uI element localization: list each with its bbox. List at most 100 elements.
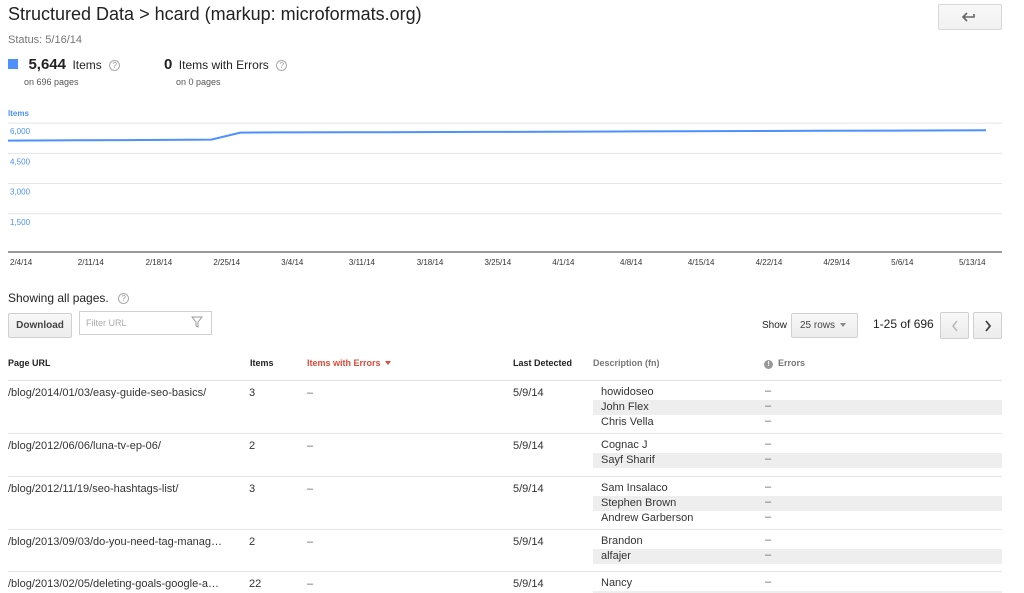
item-subrow: howidoseo – [593,385,1002,400]
item-description: Chris Vella [601,416,654,428]
filter-url-input[interactable] [80,312,185,334]
item-description: Sam Insalaco [601,482,668,494]
x-tick-label: 3/25/14 [484,258,511,267]
row-items-with-errors: – [307,578,314,590]
row-items-with-errors: – [307,483,314,495]
item-errors: – [765,400,772,412]
table-row[interactable]: /blog/2013/02/05/deleting-goals-google-a… [8,572,1002,593]
item-description: howidoseo [601,386,654,398]
y-tick-label: 6,000 [10,127,31,136]
help-icon[interactable]: ? [109,60,121,71]
chevron-right-icon [984,319,991,332]
item-description: Sayf Sharif [601,454,655,466]
chevron-down-icon [840,323,847,327]
row-items-list: Cognac J – Sayf Sharif – [593,438,1002,468]
table-row[interactable]: /blog/2013/09/03/do-you-need-tag-manag… 2… [8,530,1002,572]
items-sub: on 696 pages [24,77,79,87]
col-header-errors-text: Errors [778,358,806,368]
filter-icon[interactable] [191,316,203,328]
x-tick-label: 2/18/14 [146,258,173,267]
x-tick-label: 4/8/14 [620,258,643,267]
item-description: John Flex [601,401,649,413]
prev-page-button[interactable] [940,312,969,339]
item-subrow: Chris Vella – [593,415,1002,430]
next-page-button[interactable] [973,312,1002,339]
row-items-with-errors: – [307,440,314,452]
help-icon[interactable]: ? [118,293,130,304]
row-items-with-errors: – [307,387,314,399]
page-title: Structured Data > hcard (markup: microfo… [8,4,422,24]
item-errors: – [765,438,772,450]
x-tick-label: 2/4/14 [10,258,33,267]
item-errors: – [765,549,772,561]
item-errors: – [765,511,772,523]
row-last-detected: 5/9/14 [513,387,544,399]
showing-label: Showing all pages. [8,291,109,305]
x-tick-label: 4/1/14 [552,258,575,267]
back-button[interactable] [938,4,1002,30]
sort-desc-icon [384,361,391,365]
table-row[interactable]: /blog/2012/11/19/seo-hashtags-list/3 – 5/9… [8,477,1002,530]
row-items-list: howidoseo – John Flex – Chris Vella – [593,385,1002,430]
rows-per-page-select[interactable]: 25 rows [791,313,858,338]
errors-count: 0 [164,56,173,73]
row-last-detected: 5/9/14 [513,578,544,590]
row-last-detected: 5/9/14 [513,536,544,548]
item-subrow: Nancy – [593,576,1002,591]
errors-label: Items with Errors [178,58,269,72]
x-tick-label: 4/22/14 [756,258,783,267]
row-items: 2 [249,440,256,452]
table-row[interactable]: /blog/2012/06/06/luna-tv-ep-06/2 – 5/9/14 C… [8,434,1002,477]
item-subrow: alfajer – [593,549,1002,564]
y-tick-label: 3,000 [10,188,31,197]
row-items: 2 [249,536,256,548]
errors-metric: 0 Items with Errors ? on 0 pages [164,56,288,87]
filter-url [79,311,212,335]
item-errors: – [765,576,772,588]
download-button[interactable]: Download [8,313,72,338]
row-items: 22 [249,578,262,590]
item-subrow: Brandon – [593,534,1002,549]
row-page-url[interactable]: /blog/2012/06/06/luna-tv-ep-06/ [8,440,161,452]
row-page-url[interactable]: /blog/2014/01/03/easy-guide-seo-basics/ [8,387,206,399]
showing-all-pages: Showing all pages. ? [8,291,130,305]
col-header-errors[interactable]: ! Errors [764,358,805,369]
x-tick-label: 3/4/14 [281,258,304,267]
col-header-items[interactable]: Items [250,358,274,368]
row-page-url[interactable]: /blog/2012/11/19/seo-hashtags-list/ [8,483,178,495]
row-page-url[interactable]: /blog/2013/02/05/deleting-goals-google-a… [8,578,219,590]
col-header-page-url[interactable]: Page URL [8,358,51,368]
row-last-detected: 5/9/14 [513,483,544,495]
item-errors: – [765,385,772,397]
col-header-items-with-errors[interactable]: Items with Errors [307,358,391,368]
errors-sub: on 0 pages [176,77,221,87]
x-tick-label: 2/11/14 [78,258,105,267]
x-tick-label: 4/29/14 [823,258,850,267]
row-last-detected: 5/9/14 [513,440,544,452]
item-errors: – [765,415,772,427]
row-items: 3 [249,387,256,399]
col-header-errors-label: Items with Errors [307,358,381,368]
row-items-list: Brandon – alfajer – [593,534,1002,564]
back-arrow-icon [962,12,975,22]
table-row[interactable]: /blog/2014/01/03/easy-guide-seo-basics/3… [8,381,1002,434]
item-errors: – [765,453,772,465]
item-subrow: John Flex – [593,400,1002,415]
pagination-range: 1-25 of 696 [873,317,934,331]
y-tick-label: 4,500 [10,157,31,166]
y-tick-label: 1,500 [10,218,31,227]
series-swatch[interactable] [8,59,18,69]
item-subrow: Andrew Garberson – [593,511,1002,526]
col-header-last-detected[interactable]: Last Detected [513,358,572,368]
col-header-description[interactable]: Description (fn) [593,358,660,368]
item-errors: – [765,481,772,493]
item-subrow: Sam Insalaco – [593,481,1002,496]
row-items: 3 [249,483,256,495]
item-description: Andrew Garberson [601,512,694,524]
items-label: Items [72,58,102,72]
item-subrow: Sayf Sharif – [593,453,1002,468]
help-icon[interactable]: ? [276,60,288,71]
row-page-url[interactable]: /blog/2013/09/03/do-you-need-tag-manag… [8,536,222,548]
item-description: Nancy [601,577,633,589]
item-subrow: Stephen Brown – [593,496,1002,511]
